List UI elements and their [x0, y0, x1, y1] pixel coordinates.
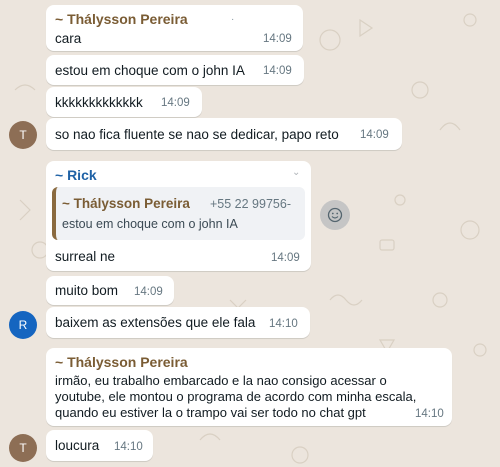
chevron-down-icon[interactable]: ⌄ [292, 167, 300, 178]
reaction-button[interactable] [320, 200, 350, 230]
message-text: loucura [55, 438, 100, 453]
message-time: 14:09 [263, 33, 292, 45]
message-time: 14:09 [161, 97, 190, 109]
quote-text: estou em choque com o john IA [62, 217, 238, 231]
avatar[interactable]: T [9, 434, 37, 462]
message-text: muito bom [55, 283, 119, 298]
message-time: 14:09 [360, 129, 389, 141]
message-bubble[interactable]: estou em choque com o john IA 14:09 [46, 55, 304, 85]
message-time: 14:10 [114, 441, 143, 453]
message-bubble[interactable]: ~ Rick ⌄ ~ Thálysson Pereira +55 22 9975… [46, 161, 311, 271]
message-text: estou em choque com o john IA [55, 63, 245, 78]
message-text: baixem as extensões que ele fala [55, 315, 256, 330]
message-text: cara [55, 31, 82, 46]
menu-dot-icon[interactable]: · [231, 14, 234, 25]
message-bubble[interactable]: ~ Thálysson Pereira · cara 14:09 [46, 5, 303, 51]
quote-phone: +55 22 99756- [210, 197, 291, 211]
message-text-line: quando eu estiver la o trampo vai ser to… [55, 405, 366, 420]
message-time: 14:09 [271, 252, 300, 264]
message-time: 14:10 [269, 318, 298, 330]
quoted-message[interactable]: ~ Thálysson Pereira +55 22 99756- estou … [52, 187, 305, 240]
message-bubble[interactable]: loucura 14:10 [46, 430, 153, 461]
sender-name[interactable]: ~ Thálysson Pereira [55, 11, 188, 27]
message-bubble[interactable]: baixem as extensões que ele fala 14:10 [46, 307, 310, 338]
message-text-line: youtube, ele montou o programa de acordo… [55, 389, 417, 404]
emoji-icon [327, 207, 343, 223]
sender-name[interactable]: ~ Rick [55, 167, 97, 183]
message-text-line: irmão, eu trabalho embarcado e la nao co… [55, 373, 387, 388]
message-bubble[interactable]: ~ Thálysson Pereira irmão, eu trabalho e… [46, 348, 452, 426]
avatar[interactable]: R [9, 311, 37, 339]
message-text: kkkkkkkkkkkkk [55, 95, 143, 110]
message-time: 14:10 [415, 408, 444, 420]
message-bubble[interactable]: kkkkkkkkkkkkk 14:09 [46, 87, 202, 117]
message-time: 14:09 [134, 286, 163, 298]
message-text: surreal ne [55, 249, 116, 264]
message-bubble[interactable]: muito bom 14:09 [46, 276, 174, 305]
sender-name[interactable]: ~ Thálysson Pereira [55, 354, 188, 370]
message-time: 14:09 [263, 65, 292, 77]
quote-sender: ~ Thálysson Pereira [62, 196, 190, 211]
message-bubble[interactable]: so nao fica fluente se nao se dedicar, p… [46, 118, 402, 150]
avatar[interactable]: T [9, 121, 37, 149]
message-text: so nao fica fluente se nao se dedicar, p… [55, 127, 339, 142]
